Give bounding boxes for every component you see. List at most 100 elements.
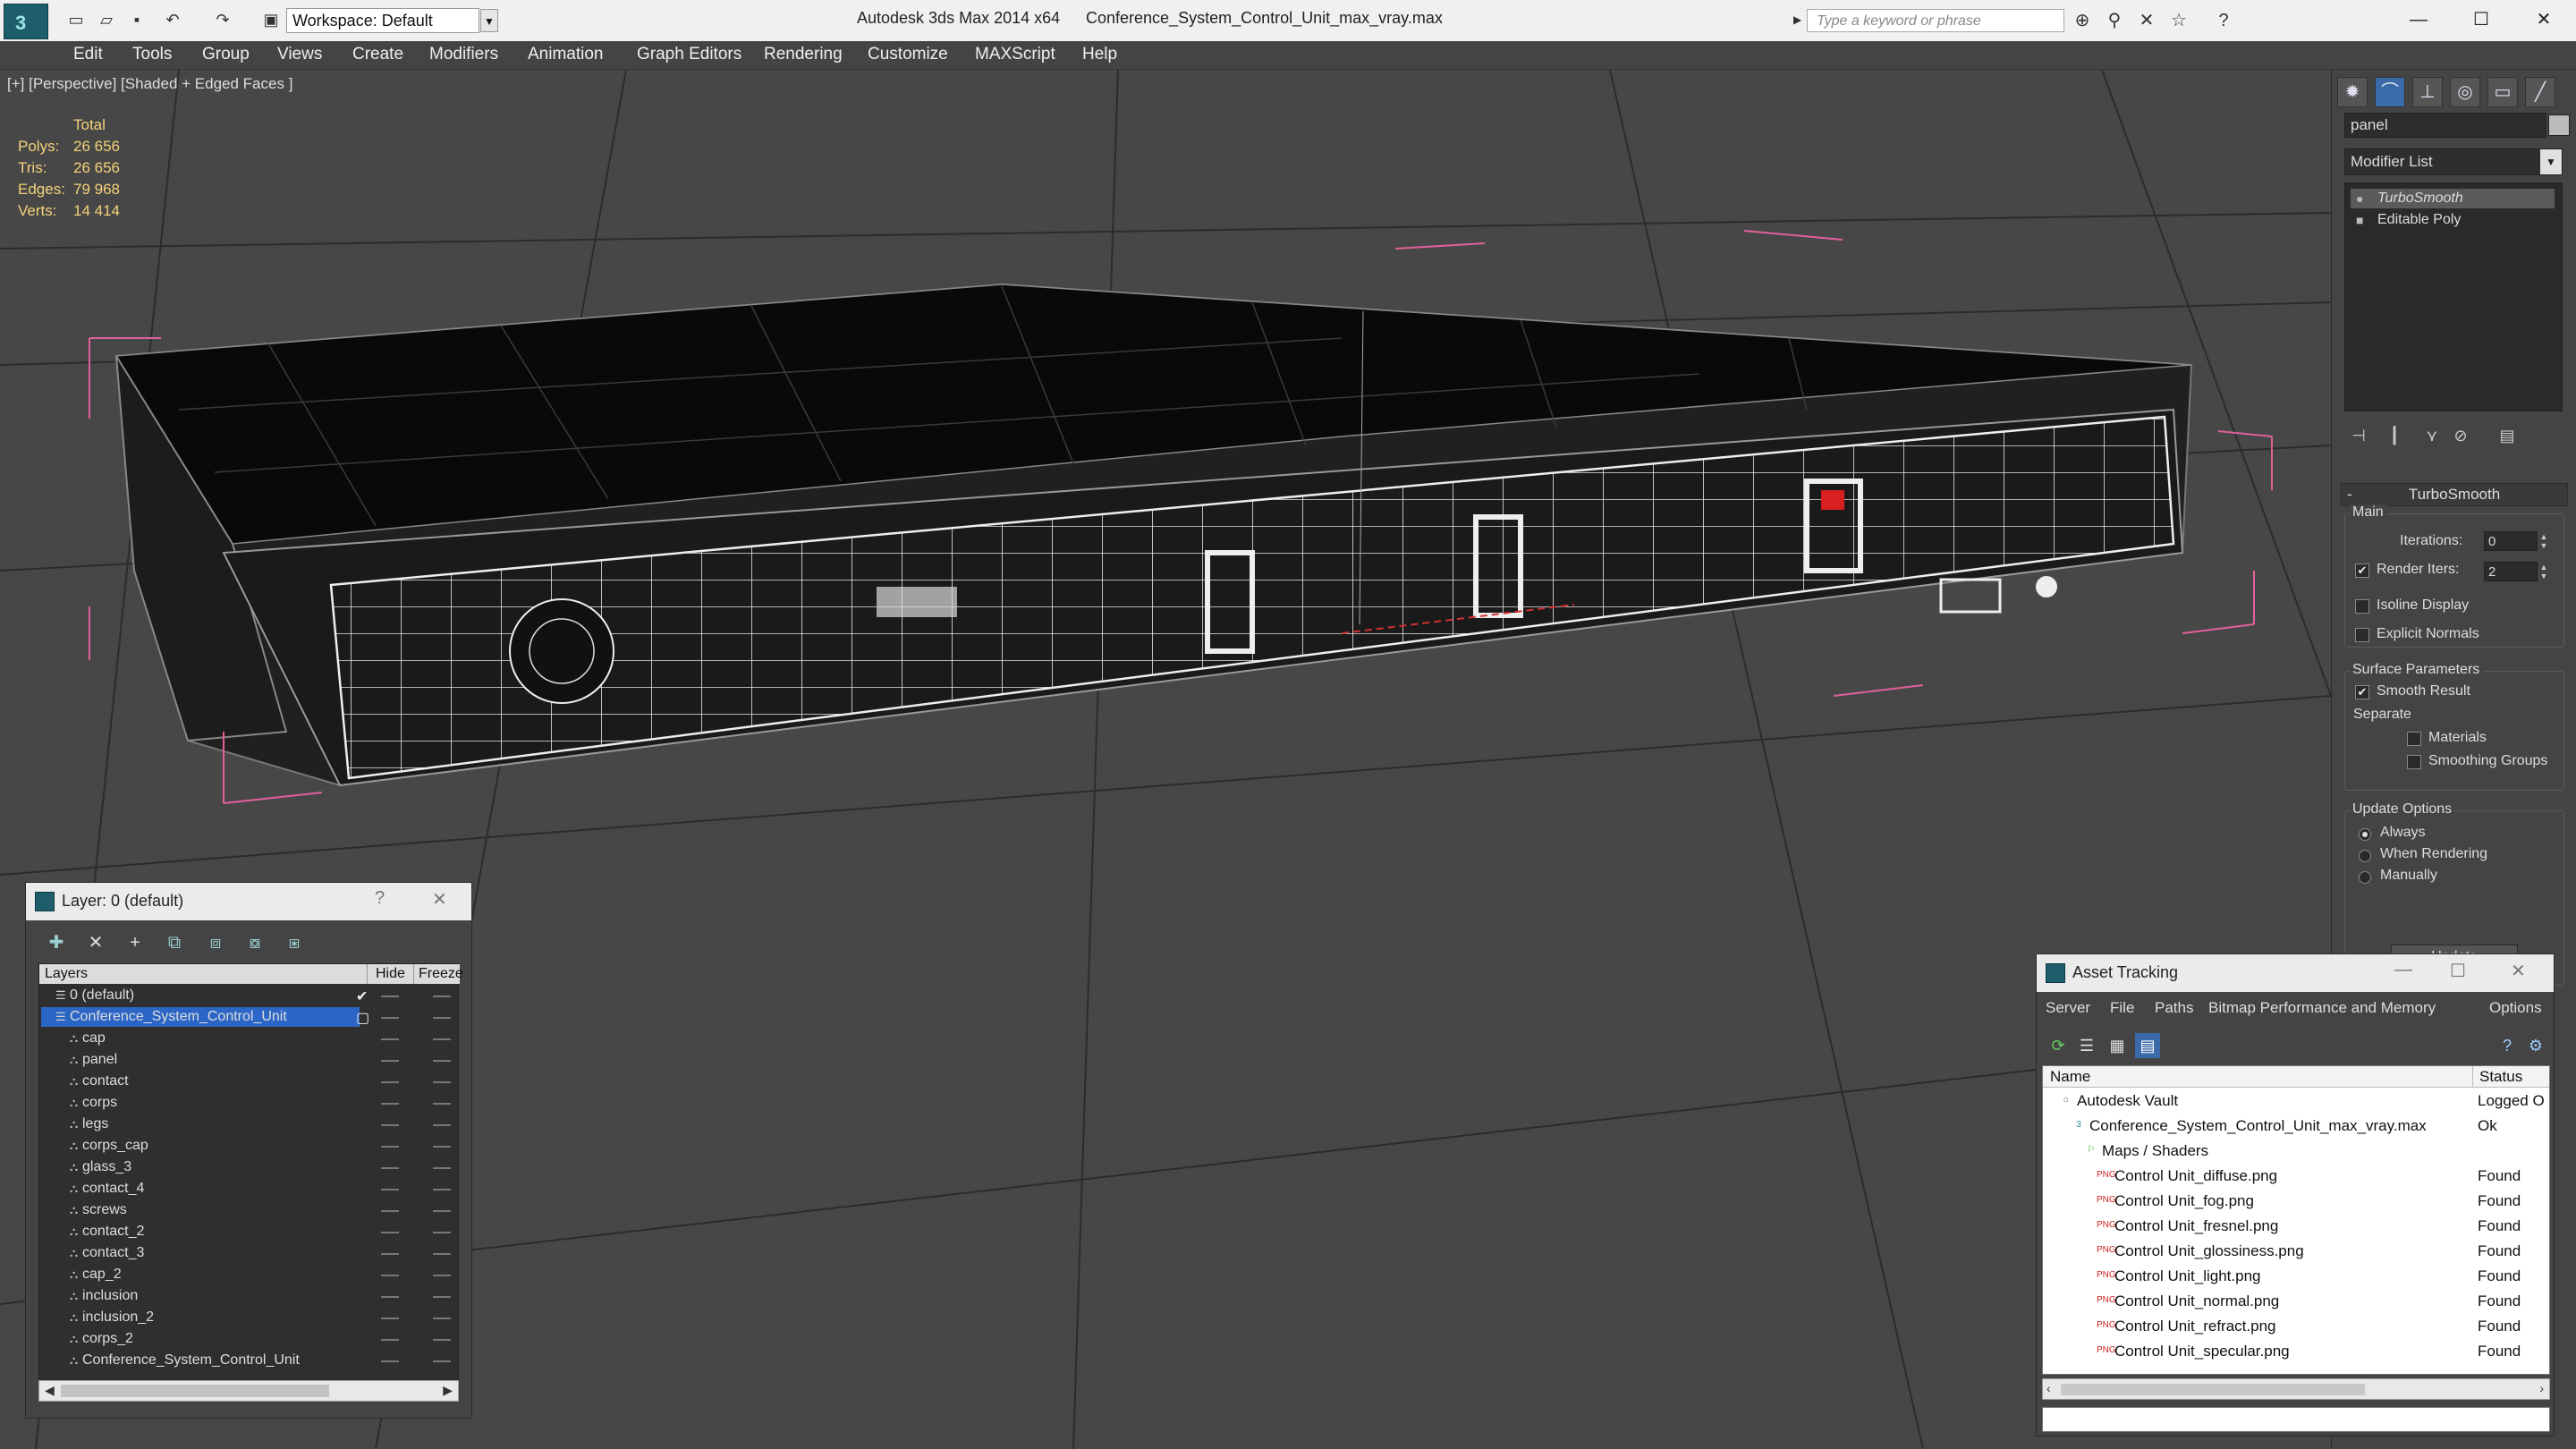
freeze-all-icon[interactable]: ⧆	[280, 929, 309, 956]
freeze-toggle[interactable]	[433, 1103, 451, 1105]
col-status[interactable]: Status	[2479, 1068, 2522, 1086]
asset-row[interactable]: PNG Control Unit_fog.png Found	[2043, 1190, 2549, 1213]
col-hide[interactable]: Hide	[376, 966, 405, 982]
render-iters-checkbox[interactable]: ✔	[2355, 564, 2369, 578]
hierarchy-tab-icon[interactable]: ⊥	[2412, 77, 2443, 107]
hide-toggle[interactable]	[381, 1038, 399, 1040]
display-tab-icon[interactable]: ▭	[2487, 77, 2518, 107]
freeze-toggle[interactable]	[433, 1296, 451, 1298]
utilities-tab-icon[interactable]: ╱	[2525, 77, 2555, 107]
col-layers[interactable]: Layers	[45, 966, 88, 982]
menu-customize[interactable]: Customize	[868, 45, 948, 64]
layer-row[interactable]: ⛬ contact_3	[39, 1243, 460, 1265]
menu-tools[interactable]: Tools	[132, 45, 172, 64]
binoculars-icon[interactable]: ⊕	[2070, 9, 2095, 32]
hide-toggle[interactable]	[381, 1210, 399, 1212]
layer-row[interactable]: ⛬ legs	[39, 1114, 460, 1136]
freeze-toggle[interactable]	[433, 1146, 451, 1148]
configure-sets-icon[interactable]: ▤	[2495, 424, 2520, 447]
freeze-toggle[interactable]	[433, 1253, 451, 1255]
menu-maxscript[interactable]: MAXScript	[975, 45, 1055, 64]
freeze-toggle[interactable]	[433, 1167, 451, 1169]
layers-horizontal-scrollbar[interactable]: ◀ ▶	[38, 1380, 459, 1402]
menu-modifiers[interactable]: Modifiers	[429, 45, 498, 64]
layer-row[interactable]: ☰ 0 (default) ✔	[39, 986, 460, 1007]
create-layer-icon[interactable]: ✚	[42, 929, 71, 956]
remove-modifier-icon[interactable]: ⊘	[2448, 424, 2473, 447]
freeze-toggle[interactable]	[433, 996, 451, 997]
menu-group[interactable]: Group	[202, 45, 250, 64]
asset-row[interactable]: PNG Control Unit_diffuse.png Found	[2043, 1165, 2549, 1188]
smoothing-groups-checkbox[interactable]	[2407, 755, 2421, 769]
smooth-result-checkbox[interactable]: ✔	[2355, 685, 2369, 699]
search-expand-icon[interactable]: ▶	[1793, 13, 1801, 26]
isoline-display-checkbox[interactable]	[2355, 599, 2369, 614]
hide-toggle[interactable]	[381, 1146, 399, 1148]
update-manually-radio[interactable]	[2359, 871, 2371, 884]
menu-edit[interactable]: Edit	[73, 45, 103, 64]
delete-layer-icon[interactable]: ✕	[81, 929, 110, 956]
chevron-down-icon[interactable]: ▼	[2540, 149, 2562, 174]
asset-row[interactable]: PNG Control Unit_normal.png Found	[2043, 1290, 2549, 1313]
exchange-icon[interactable]: ✕	[2134, 9, 2159, 32]
layer-row[interactable]: ⛬ inclusion	[39, 1286, 460, 1308]
hide-toggle[interactable]	[381, 1167, 399, 1169]
asset-menu-server[interactable]: Server	[2046, 999, 2090, 1017]
hide-all-icon[interactable]: ⧇	[241, 929, 269, 956]
asset-row[interactable]: ⌂ Autodesk Vault Logged O	[2043, 1089, 2549, 1113]
asset-horizontal-scrollbar[interactable]: ‹ ›	[2042, 1378, 2550, 1400]
menu-create[interactable]: Create	[352, 45, 403, 64]
freeze-toggle[interactable]	[433, 1339, 451, 1341]
viewport-label[interactable]: [+] [Perspective] [Shaded + Edged Faces …	[7, 75, 292, 93]
asset-row[interactable]: PNG Control Unit_specular.png Found	[2043, 1340, 2549, 1363]
hide-toggle[interactable]	[381, 1339, 399, 1341]
col-freeze[interactable]: Freeze	[419, 966, 463, 982]
project-folder-icon[interactable]: ▣	[259, 9, 283, 30]
modify-tab-icon[interactable]: ⌒	[2375, 77, 2405, 107]
asset-row[interactable]: PNG Control Unit_refract.png Found	[2043, 1315, 2549, 1338]
motion-tab-icon[interactable]: ◎	[2450, 77, 2480, 107]
asset-menu-options[interactable]: Options	[2489, 999, 2542, 1017]
asset-row[interactable]: PNG Control Unit_glossiness.png Found	[2043, 1240, 2549, 1263]
spinner-arrows-icon[interactable]: ▲ ▼	[2538, 563, 2549, 580]
menu-animation[interactable]: Animation	[528, 45, 604, 64]
close-icon[interactable]: ✕	[2517, 4, 2571, 36]
minimize-icon[interactable]: —	[2392, 4, 2445, 36]
explicit-normals-checkbox[interactable]	[2355, 628, 2369, 642]
menu-views[interactable]: Views	[277, 45, 322, 64]
scroll-left-icon[interactable]: ◀	[45, 1383, 55, 1398]
freeze-toggle[interactable]	[433, 1060, 451, 1062]
freeze-toggle[interactable]	[433, 1232, 451, 1233]
hide-toggle[interactable]	[381, 1253, 399, 1255]
lightbulb-icon[interactable]: ●	[2356, 191, 2363, 206]
maximize-icon[interactable]: ☐	[2450, 960, 2466, 982]
add-to-layer-icon[interactable]: +	[121, 929, 149, 956]
update-always-radio[interactable]	[2359, 828, 2371, 841]
materials-checkbox[interactable]	[2407, 732, 2421, 746]
close-icon[interactable]: ✕	[2511, 960, 2526, 982]
freeze-toggle[interactable]	[433, 1360, 451, 1362]
freeze-toggle[interactable]	[433, 1189, 451, 1191]
search-input[interactable]: ▶ Type a keyword or phrase	[1793, 9, 2064, 32]
layer-row[interactable]: ⛬ contact	[39, 1072, 460, 1093]
asset-row[interactable]: 3 Conference_System_Control_Unit_max_vray…	[2043, 1114, 2549, 1138]
hide-toggle[interactable]	[381, 1275, 399, 1276]
show-end-result-icon[interactable]: ┃	[2382, 424, 2407, 447]
refresh-icon[interactable]: ⟳	[2046, 1033, 2071, 1058]
select-objects-icon[interactable]: ⧉	[160, 929, 189, 956]
menu-graph-editors[interactable]: Graph Editors	[637, 45, 741, 64]
stack-item-turbosmooth[interactable]: ● TurboSmooth	[2351, 189, 2555, 208]
scroll-right-icon[interactable]: ▶	[443, 1383, 453, 1398]
settings-icon[interactable]: ⚙	[2523, 1033, 2548, 1058]
freeze-toggle[interactable]	[433, 1275, 451, 1276]
chevron-down-icon[interactable]: ▼	[480, 9, 498, 32]
modifier-list-dropdown[interactable]: Modifier List ▼	[2344, 148, 2563, 175]
asset-row[interactable]: PNG Control Unit_fresnel.png Found	[2043, 1215, 2549, 1238]
menu-help[interactable]: Help	[1082, 45, 1117, 64]
asset-menu-paths[interactable]: Paths	[2155, 999, 2193, 1017]
layer-row[interactable]: ⛬ Conference_System_Control_Unit	[39, 1351, 460, 1372]
iterations-spinner[interactable]: 0 ▲ ▼	[2484, 531, 2547, 551]
asset-row[interactable]: PNG Control Unit_light.png Found	[2043, 1265, 2549, 1288]
scroll-left-icon[interactable]: ‹	[2046, 1381, 2051, 1395]
layer-panel-titlebar[interactable]: Layer: 0 (default) ? ✕	[26, 883, 471, 920]
